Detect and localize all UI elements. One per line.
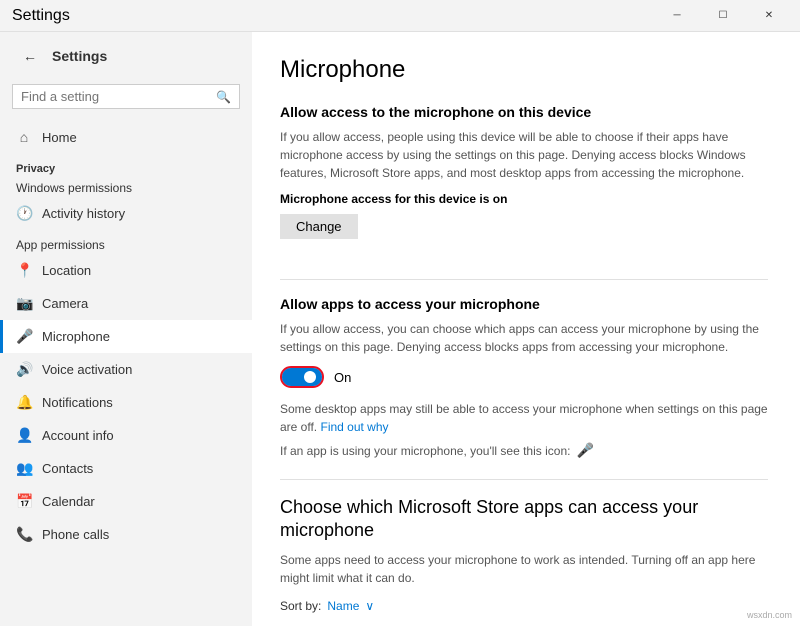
privacy-section-label: Privacy: [0, 153, 252, 179]
sidebar-item-microphone[interactable]: 🎤 Microphone: [0, 320, 252, 353]
find-out-why-link[interactable]: Find out why: [320, 420, 388, 434]
titlebar-controls: ─ ☐ ✕: [654, 0, 792, 32]
back-button[interactable]: ←: [16, 42, 44, 70]
sidebar-item-label: Contacts: [42, 461, 93, 476]
sidebar-item-voice-activation[interactable]: 🔊 Voice activation: [0, 353, 252, 386]
titlebar-title: Settings: [12, 7, 70, 25]
sidebar-item-activity-history[interactable]: 🕐 Activity history: [0, 197, 252, 230]
sidebar-item-label: Calendar: [42, 494, 95, 509]
sidebar-item-label: Activity history: [42, 206, 125, 221]
titlebar-left: Settings: [12, 7, 70, 25]
sidebar-item-label: Voice activation: [42, 362, 132, 377]
sidebar-item-label: Notifications: [42, 395, 113, 410]
sort-label: Sort by:: [280, 599, 321, 613]
notifications-icon: 🔔: [16, 394, 32, 411]
toggle-row: On: [280, 366, 768, 388]
phone-calls-icon: 📞: [16, 526, 32, 543]
app-permissions-label: App permissions: [0, 230, 252, 254]
store-desc: Some apps need to access your microphone…: [280, 551, 768, 587]
calendar-icon: 📅: [16, 493, 32, 510]
main-container: ← Settings 🔍 ⌂ Home Privacy Windows perm…: [0, 32, 800, 626]
allow-device-heading: Allow access to the microphone on this d…: [280, 104, 768, 120]
sidebar-item-contacts[interactable]: 👥 Contacts: [0, 452, 252, 485]
sort-value[interactable]: Name: [327, 599, 359, 613]
toggle-track: [282, 368, 322, 386]
sidebar: ← Settings 🔍 ⌂ Home Privacy Windows perm…: [0, 32, 252, 626]
allow-device-desc: If you allow access, people using this d…: [280, 128, 768, 182]
location-icon: 📍: [16, 262, 32, 279]
allow-apps-desc: If you allow access, you can choose whic…: [280, 320, 768, 356]
minimize-button[interactable]: ─: [654, 0, 700, 32]
home-icon: ⌂: [16, 129, 32, 145]
sidebar-item-home[interactable]: ⌂ Home: [0, 121, 252, 153]
sidebar-item-location[interactable]: 📍 Location: [0, 254, 252, 287]
sidebar-item-camera[interactable]: 📷 Camera: [0, 287, 252, 320]
sidebar-item-phone-calls[interactable]: 📞 Phone calls: [0, 518, 252, 551]
contacts-icon: 👥: [16, 460, 32, 477]
allow-apps-heading: Allow apps to access your microphone: [280, 296, 768, 312]
sidebar-item-label: Camera: [42, 296, 88, 311]
sidebar-item-label: Microphone: [42, 329, 110, 344]
toggle-label: On: [334, 370, 351, 385]
icon-example-text: If an app is using your microphone, you'…: [280, 444, 570, 458]
sort-arrow-icon: ∨: [365, 599, 374, 613]
content-area: Microphone Allow access to the microphon…: [252, 32, 800, 626]
sidebar-item-calendar[interactable]: 📅 Calendar: [0, 485, 252, 518]
icon-example: If an app is using your microphone, you'…: [280, 442, 768, 459]
divider-2: [280, 479, 768, 480]
microphone-icon: 🎤: [16, 328, 32, 345]
maximize-button[interactable]: ☐: [700, 0, 746, 32]
account-info-icon: 👤: [16, 427, 32, 444]
titlebar: Settings ─ ☐ ✕: [0, 0, 800, 32]
watermark: wsxdn.com: [747, 610, 792, 620]
close-button[interactable]: ✕: [746, 0, 792, 32]
mic-icon-example: 🎤: [576, 442, 593, 459]
windows-permissions-label: Windows permissions: [0, 179, 252, 197]
sidebar-item-label: Account info: [42, 428, 114, 443]
divider-1: [280, 279, 768, 280]
store-section-title: Choose which Microsoft Store apps can ac…: [280, 496, 768, 543]
sidebar-item-label: Location: [42, 263, 91, 278]
desktop-apps-info: Some desktop apps may still be able to a…: [280, 400, 768, 436]
device-status-label: Microphone access for this device is on: [280, 192, 768, 206]
sidebar-item-account-info[interactable]: 👤 Account info: [0, 419, 252, 452]
change-button[interactable]: Change: [280, 214, 358, 239]
search-icon: 🔍: [216, 90, 231, 104]
voice-activation-icon: 🔊: [16, 361, 32, 378]
page-title: Microphone: [280, 56, 768, 84]
camera-icon: 📷: [16, 295, 32, 312]
sort-row: Sort by: Name ∨: [280, 599, 768, 613]
microphone-toggle[interactable]: [280, 366, 324, 388]
activity-history-icon: 🕐: [16, 205, 32, 222]
search-box: 🔍: [12, 84, 240, 109]
sidebar-item-label: Phone calls: [42, 527, 109, 542]
sidebar-app-title: Settings: [52, 48, 107, 64]
sidebar-item-notifications[interactable]: 🔔 Notifications: [0, 386, 252, 419]
sidebar-item-label: Home: [42, 130, 77, 145]
toggle-thumb: [304, 371, 316, 383]
sidebar-nav-top: ← Settings: [0, 32, 252, 80]
search-input[interactable]: [21, 89, 210, 104]
